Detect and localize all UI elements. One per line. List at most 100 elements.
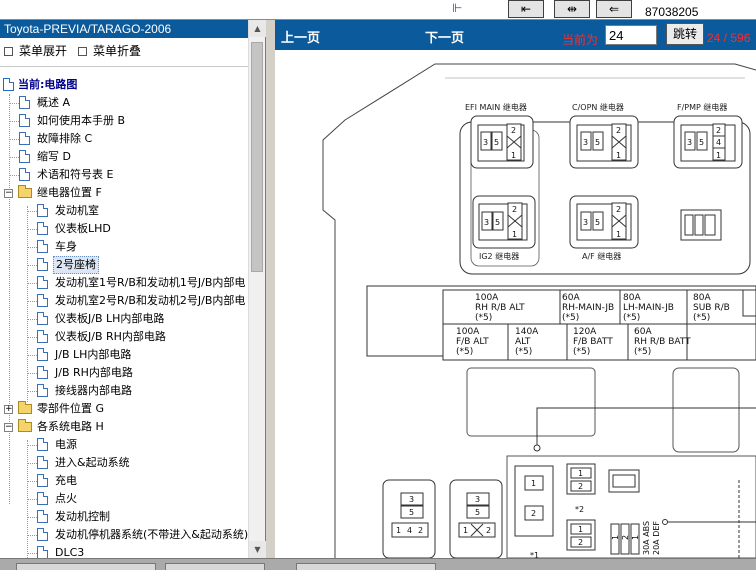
tree-item-charging[interactable]: 充电	[0, 472, 248, 490]
blank-block-right	[672, 367, 740, 453]
tree-guide	[9, 121, 19, 122]
tree-item-abbreviations[interactable]: 缩写 D	[0, 148, 248, 166]
two-page-button[interactable]: ⇹	[554, 0, 590, 18]
jump-button[interactable]: 跳转	[666, 23, 704, 45]
svg-text:5: 5	[409, 508, 414, 517]
tree-item-glossary[interactable]: 术语和符号表 E	[0, 166, 248, 184]
tree-guide	[27, 265, 37, 266]
tree-root[interactable]: 当前:电路图	[0, 76, 248, 94]
tree-item-how-to-use[interactable]: 如何使用本手册 B	[0, 112, 248, 130]
svg-text:3: 3	[409, 495, 414, 504]
tree-item-engine-room-rb2[interactable]: 发动机室2号R/B和发动机2号J/B内部电	[0, 292, 248, 310]
svg-text:140A: 140A	[515, 327, 539, 337]
tree-item-jb-lh[interactable]: J/B LH内部电路	[0, 346, 248, 364]
fuse-pair-b: 1 2	[566, 519, 596, 551]
current-page-label: 当前为	[562, 33, 599, 47]
tree-item-engine-control[interactable]: 发动机控制	[0, 508, 248, 526]
tree-item-engine-room-rb1[interactable]: 发动机室1号R/B和发动机1号J/B内部电	[0, 274, 248, 292]
svg-text:80A: 80A	[623, 293, 641, 303]
app-window: ⊩ ⇤ ⇹ ⇐ 87038205 Toyota-PREVIA/TARAGO-20…	[0, 0, 756, 570]
tree-item-seat-2[interactable]: 2号座椅	[0, 256, 248, 274]
tree-guide	[27, 283, 37, 284]
connector-a: 3 5 142	[382, 479, 436, 558]
collapse-toggle-icon[interactable]: −	[4, 423, 13, 432]
relay-label-af: A/F 继电器	[582, 251, 621, 261]
tree-guide	[27, 517, 37, 518]
svg-text:3: 3	[483, 138, 488, 147]
tree-item-overview[interactable]: 概述 A	[0, 94, 248, 112]
svg-text:F/B ALT: F/B ALT	[456, 337, 489, 347]
leader-dot	[662, 519, 668, 525]
svg-text:5: 5	[595, 138, 600, 147]
next-page-link[interactable]: 下一页	[425, 27, 464, 46]
svg-text:(*5): (*5)	[623, 313, 640, 323]
svg-text:RH-MAIN-JB: RH-MAIN-JB	[562, 303, 614, 313]
corner-mark-icon: ⊩	[452, 1, 463, 15]
svg-text:1: 1	[716, 151, 721, 160]
tree-guide	[27, 535, 37, 536]
svg-text:3: 3	[484, 218, 489, 227]
svg-text:1: 1	[396, 526, 401, 535]
tree-title: Toyota-PREVIA/TARAGO-2006	[0, 20, 248, 38]
tree-scrollbar[interactable]: ▲ ▼	[248, 20, 266, 558]
tree-item-ip-jb-rh[interactable]: 仪表板J/B RH内部电路	[0, 328, 248, 346]
fuse-label-abs: 30A ABS	[642, 521, 651, 555]
tree-item-instrument-panel-lhd[interactable]: 仪表板LHD	[0, 220, 248, 238]
collapse-menu-button[interactable]: 菜单折叠	[78, 43, 141, 59]
tree-item-jb-rh[interactable]: J/B RH内部电路	[0, 364, 248, 382]
tree-guide	[27, 301, 37, 302]
tree-item-ignition[interactable]: 点火	[0, 490, 248, 508]
tree-guide	[27, 499, 37, 500]
back-page-button[interactable]: ⇐	[596, 0, 632, 18]
svg-text:F/B BATT: F/B BATT	[573, 337, 613, 347]
tree-item-label: DLC3	[55, 546, 85, 558]
tree-guide	[27, 463, 37, 464]
tree-guide	[27, 481, 37, 482]
tree-folder-relay-locations[interactable]: − 继电器位置 F	[0, 184, 248, 202]
bottom-tab[interactable]	[16, 563, 156, 570]
page-number-input[interactable]	[605, 25, 657, 45]
document-icon	[37, 492, 48, 505]
bottom-bar	[0, 558, 756, 570]
tree-item-body[interactable]: 车身	[0, 238, 248, 256]
tree-item-label: J/B RH内部电路	[55, 366, 133, 379]
svg-text:4: 4	[716, 138, 721, 147]
fuse-slot-c	[608, 469, 640, 493]
scroll-down-icon[interactable]: ▼	[249, 541, 266, 558]
tree-item-immobiliser[interactable]: 发动机停机器系统(不带进入&起动系统)	[0, 526, 248, 544]
tree-item-label: 电源	[55, 438, 77, 451]
relay-label-c-opn: C/OPN 继电器	[572, 102, 624, 112]
tree-folder-system-circuits[interactable]: − 各系统电路 H	[0, 418, 248, 436]
document-icon	[37, 474, 48, 487]
tree-folder-component-locations[interactable]: + 零部件位置 G	[0, 400, 248, 418]
svg-text:4: 4	[407, 526, 412, 535]
tree-item-dlc3[interactable]: DLC3	[0, 544, 248, 558]
scroll-up-icon[interactable]: ▲	[249, 20, 266, 37]
tree-item-label: 发动机停机器系统(不带进入&起动系统)	[55, 528, 248, 541]
relay-socket-efi-main: 35 2 1	[470, 115, 534, 169]
tree-item-ip-jb-lh[interactable]: 仪表板J/B LH内部电路	[0, 310, 248, 328]
tree-item-engine-room[interactable]: 发动机室	[0, 202, 248, 220]
tree-item-connector-circuit[interactable]: 接线器内部电路	[0, 382, 248, 400]
leader-dot	[533, 444, 541, 452]
tree-item-power-source[interactable]: 电源	[0, 436, 248, 454]
scrollbar-thumb[interactable]	[251, 42, 263, 272]
previous-page-link[interactable]: 上一页	[281, 27, 320, 46]
tree-item-entry-start[interactable]: 进入&起动系统	[0, 454, 248, 472]
tree-item-label: 发动机室1号R/B和发动机1号J/B内部电	[55, 276, 246, 289]
svg-text:2: 2	[578, 482, 583, 491]
first-page-button[interactable]: ⇤	[508, 0, 544, 18]
svg-text:ALT: ALT	[515, 337, 531, 347]
svg-text:(*5): (*5)	[693, 313, 710, 323]
tree-guide	[27, 373, 37, 374]
root-doc-icon	[3, 78, 14, 91]
bottom-tab[interactable]	[165, 563, 265, 570]
bottom-tab[interactable]	[296, 563, 436, 570]
tree-item-troubleshooting[interactable]: 故障排除 C	[0, 130, 248, 148]
expand-toggle-icon[interactable]: +	[4, 405, 13, 414]
tree-toolbar: 菜单展开 菜单折叠	[0, 40, 248, 62]
page-counter: 24 / 596	[707, 31, 751, 45]
collapse-toggle-icon[interactable]: −	[4, 189, 13, 198]
expand-menu-button[interactable]: 菜单展开	[4, 43, 67, 59]
document-icon	[37, 510, 48, 523]
